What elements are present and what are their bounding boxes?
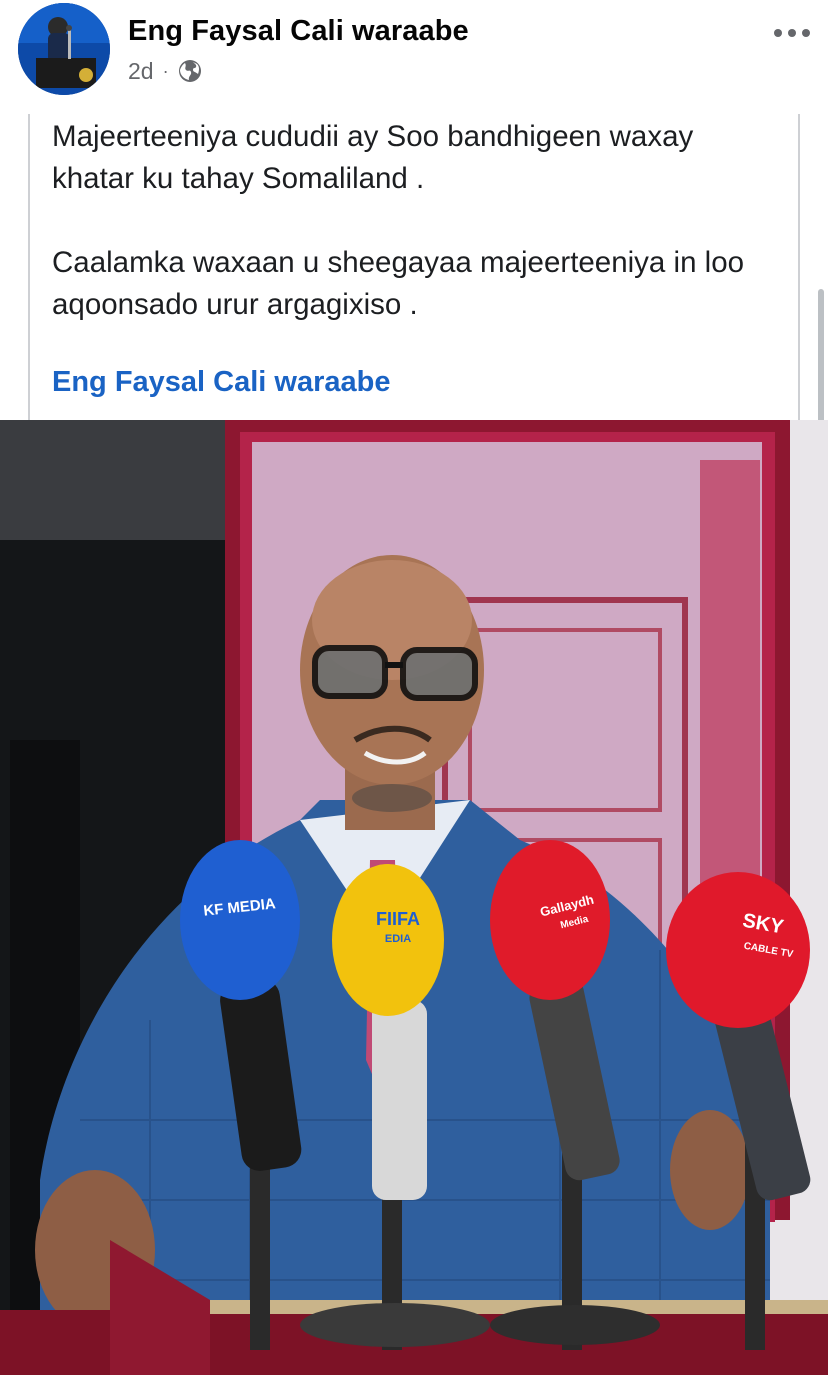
post-text-block: Majeerteeniya cududii ay Soo bandhigeen … [28,114,800,420]
post-paragraph: Caalamka waxaan u sheegayaa majeerteeniy… [52,246,745,321]
signature-link[interactable]: Eng Faysal Cali waraabe [52,366,390,399]
author-name[interactable]: Eng Faysal Cali waraabe [128,15,469,48]
author-avatar[interactable] [18,3,110,95]
meta-separator: · [162,60,169,81]
post-paragraph: Majeerteeniya cududii ay Soo bandhigeen … [52,120,694,195]
post-photo[interactable]: KF MEDIA FIIFA EDIA Gallaydh Media SKY C… [0,420,828,1375]
post-timestamp[interactable]: 2d [128,58,154,85]
mic-label: FIIFA [376,909,420,929]
post-meta: 2d · [128,56,202,86]
more-options-icon[interactable] [772,18,812,48]
post-body: Majeerteeniya cududii ay Soo bandhigeen … [52,116,772,368]
mic-sublabel: EDIA [385,933,411,945]
post-header: Eng Faysal Cali waraabe 2d · [0,0,828,105]
globe-icon[interactable] [178,59,202,83]
